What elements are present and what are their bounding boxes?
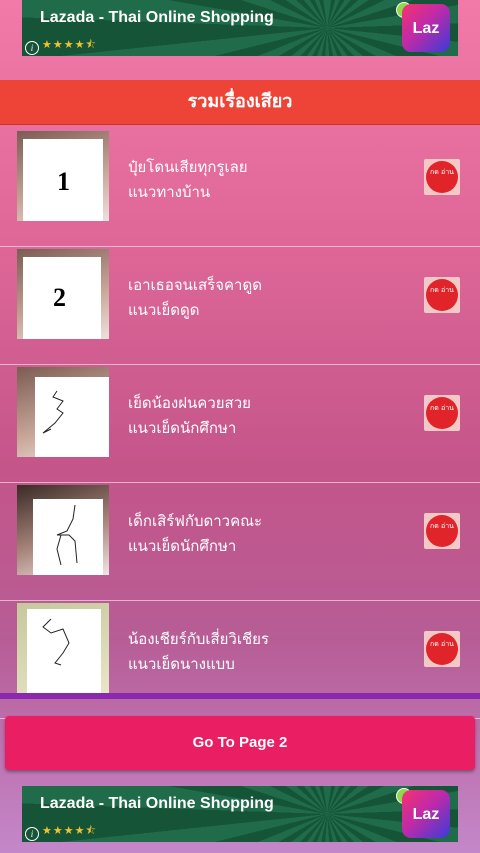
ad-title: Lazada - Thai Online Shopping: [40, 795, 274, 812]
ad-info-icon[interactable]: i: [25, 827, 39, 841]
read-button-label: กด อ่าน: [426, 161, 458, 193]
story-thumbnail: [17, 367, 109, 457]
page-title: รวมเรื่องเสียว: [0, 80, 480, 124]
story-category: แนวเย็ดนักศึกษา: [128, 419, 237, 437]
read-button-label: กด อ่าน: [426, 633, 458, 665]
list-item[interactable]: เย็ดน้องฝนควยสวย แนวเย็ดนักศึกษา กด อ่าน: [0, 365, 480, 483]
story-number: 1: [57, 167, 70, 196]
list-item[interactable]: เด็กเสิร์ฟกับดาวคณะ แนวเย็ดนักศึกษา กด อ…: [0, 483, 480, 601]
story-list: 1 ปุ๋ยโดนเสียทุกรูเลย แนวทางบ้าน กด อ่าน…: [0, 129, 480, 719]
story-category: แนวเย็ดนางแบบ: [128, 655, 235, 673]
read-button-label: กด อ่าน: [426, 515, 458, 547]
story-thumbnail: 2: [17, 249, 109, 339]
story-category: แนวทางบ้าน: [128, 183, 211, 201]
lazada-logo-icon: Laz: [402, 4, 450, 52]
lazada-logo-icon: Laz: [402, 790, 450, 838]
ad-rating-stars: ★★★★⯪: [42, 824, 97, 837]
story-title: เย็ดน้องฝนควยสวย: [128, 394, 251, 412]
ad-banner-top[interactable]: Lazada - Thai Online Shopping ★★★★⯪ i La…: [22, 0, 458, 56]
story-title: เอาเธอจนเสร็จคาดูด: [128, 276, 262, 294]
read-button[interactable]: กด อ่าน: [424, 395, 460, 431]
list-item[interactable]: 2 เอาเธอจนเสร็จคาดูด แนวเย็ดดูด กด อ่าน: [0, 247, 480, 365]
list-item[interactable]: น้องเชียร์กับเสี่ยวิเชียร แนวเย็ดนางแบบ …: [0, 601, 480, 719]
next-page-button[interactable]: Go To Page 2: [5, 716, 475, 770]
story-category: แนวเย็ดดูด: [128, 301, 200, 319]
story-title: น้องเชียร์กับเสี่ยวิเชียร: [128, 630, 269, 648]
read-button[interactable]: กด อ่าน: [424, 159, 460, 195]
section-divider: [0, 693, 480, 699]
read-button-label: กด อ่าน: [426, 279, 458, 311]
ad-rating-stars: ★★★★⯪: [42, 38, 97, 51]
list-item[interactable]: 1 ปุ๋ยโดนเสียทุกรูเลย แนวทางบ้าน กด อ่าน: [0, 129, 480, 247]
story-category: แนวเย็ดนักศึกษา: [128, 537, 237, 555]
story-title: เด็กเสิร์ฟกับดาวคณะ: [128, 512, 263, 530]
story-thumbnail: 1: [17, 131, 109, 221]
read-button-label: กด อ่าน: [426, 397, 458, 429]
read-button[interactable]: กด อ่าน: [424, 631, 460, 667]
story-number: 2: [53, 283, 66, 312]
read-button[interactable]: กด อ่าน: [424, 513, 460, 549]
read-button[interactable]: กด อ่าน: [424, 277, 460, 313]
story-thumbnail: [17, 485, 109, 575]
ad-info-icon[interactable]: i: [25, 41, 39, 55]
story-title: ปุ๋ยโดนเสียทุกรูเลย: [128, 158, 248, 176]
story-thumbnail: [17, 603, 109, 693]
ad-banner-bottom[interactable]: Lazada - Thai Online Shopping ★★★★⯪ i La…: [22, 786, 458, 842]
ad-title: Lazada - Thai Online Shopping: [40, 9, 274, 26]
